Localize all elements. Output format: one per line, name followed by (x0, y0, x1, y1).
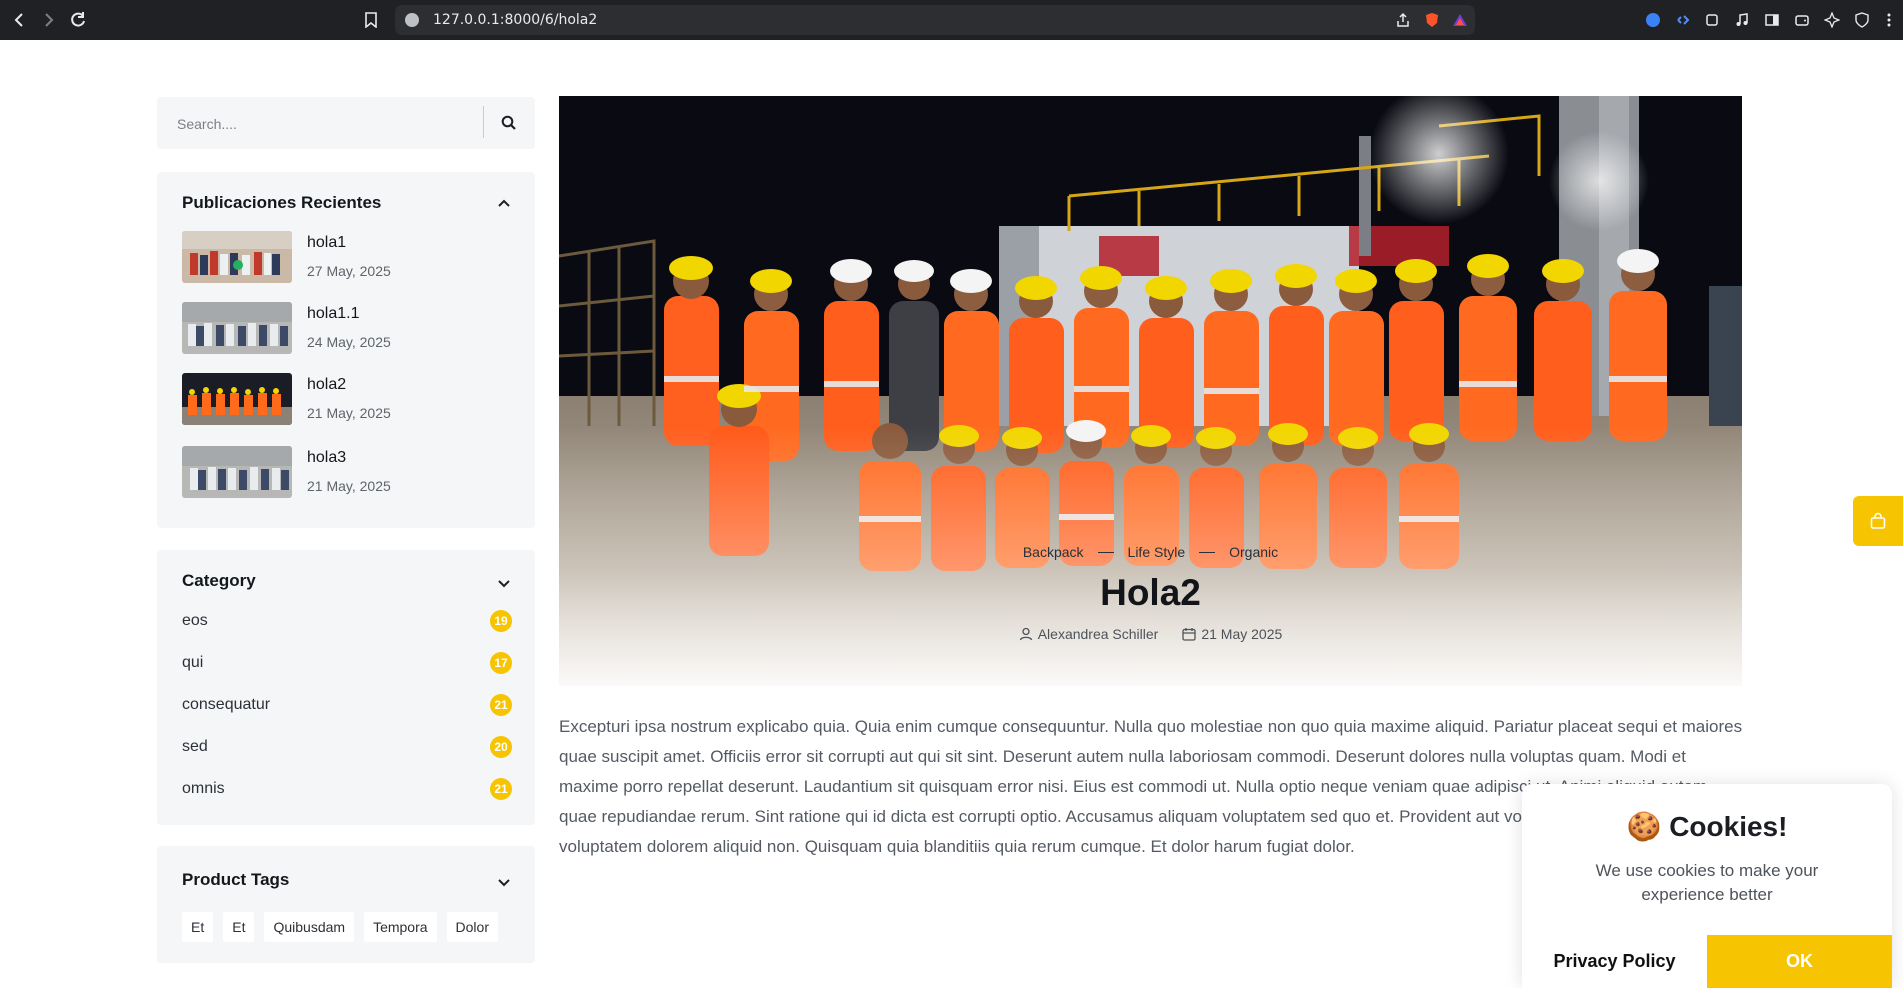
breadcrumb: Backpack Life Style Organic (559, 544, 1742, 560)
chevron-down-icon[interactable] (495, 873, 513, 891)
calendar-icon (1182, 628, 1196, 641)
post-title[interactable]: hola1.1 (307, 305, 360, 323)
music-icon[interactable] (1733, 11, 1751, 29)
brave-rewards-icon[interactable] (1452, 12, 1468, 28)
post-thumbnail (182, 373, 292, 425)
category-item[interactable]: consequatur 21 (182, 693, 512, 717)
post-date: 21 May, 2025 (307, 478, 391, 494)
tag-item[interactable]: Et (182, 912, 214, 942)
menu-icon[interactable] (1880, 11, 1898, 29)
post-date: 21 May, 2025 (307, 405, 391, 421)
post-hero-image: Backpack Life Style Organic Hola2 Alexan… (559, 96, 1742, 686)
recent-post-item[interactable]: hola2 21 May, 2025 (182, 373, 512, 425)
post-date-text: 21 May 2025 (1201, 626, 1283, 642)
breadcrumb-item[interactable]: Life Style (1128, 544, 1186, 560)
post-thumbnail (182, 302, 292, 354)
category-count-badge: 17 (490, 652, 512, 674)
accept-cookies-button[interactable]: OK (1707, 935, 1892, 988)
extension-2-icon[interactable] (1674, 11, 1692, 29)
tag-item[interactable]: Et (223, 912, 255, 942)
reload-icon[interactable] (66, 8, 90, 32)
category-count-badge: 21 (490, 694, 512, 716)
site-info-icon[interactable] (405, 13, 419, 27)
search-button[interactable] (496, 110, 522, 136)
sidebar-icon[interactable] (1763, 11, 1781, 29)
cookie-title-text: Cookies! (1669, 811, 1788, 842)
tag-list: Et Et Quibusdam Tempora Dolor (182, 912, 498, 942)
chevron-up-icon[interactable] (495, 195, 513, 213)
breadcrumb-item[interactable]: Backpack (1023, 544, 1084, 560)
post-author: Alexandrea Schiller (1019, 626, 1159, 642)
breadcrumb-separator (1199, 551, 1216, 553)
post-title[interactable]: hola1 (307, 234, 346, 252)
recent-post-item[interactable]: hola1 27 May, 2025 (182, 231, 512, 283)
cookie-title: 🍪 Cookies! (1522, 810, 1892, 843)
category-count-badge: 21 (490, 778, 512, 800)
chevron-down-icon[interactable] (495, 574, 513, 592)
extensions-icon[interactable] (1703, 11, 1721, 29)
vpn-icon[interactable] (1853, 11, 1871, 29)
tag-item[interactable]: Quibusdam (264, 912, 355, 942)
recent-post-item[interactable]: hola1.1 24 May, 2025 (182, 302, 512, 354)
wallet-icon[interactable] (1793, 11, 1811, 29)
post-thumbnail (182, 231, 292, 283)
search-input[interactable] (175, 111, 479, 137)
breadcrumb-item[interactable]: Organic (1229, 544, 1278, 560)
leo-ai-icon[interactable] (1823, 11, 1841, 29)
tag-item[interactable]: Dolor (446, 912, 498, 942)
address-bar[interactable]: 127.0.0.1:8000/6/hola2 (395, 5, 1475, 35)
category-item[interactable]: omnis 21 (182, 777, 512, 801)
cart-button[interactable] (1853, 496, 1903, 546)
category-name: eos (182, 612, 208, 629)
search-icon (501, 115, 516, 130)
post-title[interactable]: hola2 (307, 376, 346, 394)
search-divider (483, 106, 484, 138)
post-title[interactable]: hola3 (307, 449, 346, 467)
category-name: sed (182, 738, 208, 755)
privacy-policy-button[interactable]: Privacy Policy (1522, 935, 1707, 988)
post-date: 24 May, 2025 (307, 334, 391, 350)
category-name: qui (182, 654, 204, 671)
bookmark-icon[interactable] (359, 8, 383, 32)
category-name: omnis (182, 780, 225, 797)
category-count-badge: 20 (490, 736, 512, 758)
user-icon (1019, 627, 1032, 641)
brave-shield-icon[interactable] (1424, 12, 1440, 28)
category-count-badge: 19 (490, 610, 512, 632)
post-date: 21 May 2025 (1182, 626, 1282, 642)
post-thumbnail (182, 446, 292, 498)
category-title: Category (182, 571, 256, 590)
cookie-message: We use cookies to make your experience b… (1595, 861, 1819, 904)
category-widget: Category eos 19 qui 17 consequatur 21 se… (157, 550, 535, 825)
back-icon[interactable] (8, 8, 32, 32)
cookie-banner: 🍪 Cookies! We use cookies to make your e… (1522, 784, 1892, 988)
browser-toolbar: 127.0.0.1:8000/6/hola2 (0, 0, 1903, 40)
product-tags-widget: Product Tags Et Et Quibusdam Tempora Dol… (157, 846, 535, 963)
breadcrumb-separator (1097, 551, 1114, 553)
post-meta: Alexandrea Schiller 21 May 2025 (559, 626, 1742, 642)
author-name[interactable]: Alexandrea Schiller (1038, 626, 1159, 642)
page-title: Hola2 (1100, 572, 1201, 613)
cookie-icon: 🍪 (1626, 811, 1662, 842)
extension-1-icon[interactable] (1644, 11, 1662, 29)
category-name: consequatur (182, 696, 271, 713)
product-tags-title: Product Tags (182, 870, 290, 889)
search-box (157, 97, 535, 149)
recent-posts-title: Publicaciones Recientes (182, 193, 382, 212)
category-item[interactable]: qui 17 (182, 651, 512, 675)
category-item[interactable]: eos 19 (182, 609, 512, 633)
recent-posts-widget: Publicaciones Recientes hola1 27 May, 20… (157, 172, 535, 528)
shopping-bag-icon (1870, 512, 1886, 529)
url-text: 127.0.0.1:8000/6/hola2 (433, 12, 598, 28)
forward-icon[interactable] (36, 8, 60, 32)
category-item[interactable]: sed 20 (182, 735, 512, 759)
tag-item[interactable]: Tempora (364, 912, 437, 942)
recent-post-item[interactable]: hola3 21 May, 2025 (182, 446, 512, 498)
share-icon[interactable] (1395, 12, 1411, 28)
post-date: 27 May, 2025 (307, 263, 391, 279)
